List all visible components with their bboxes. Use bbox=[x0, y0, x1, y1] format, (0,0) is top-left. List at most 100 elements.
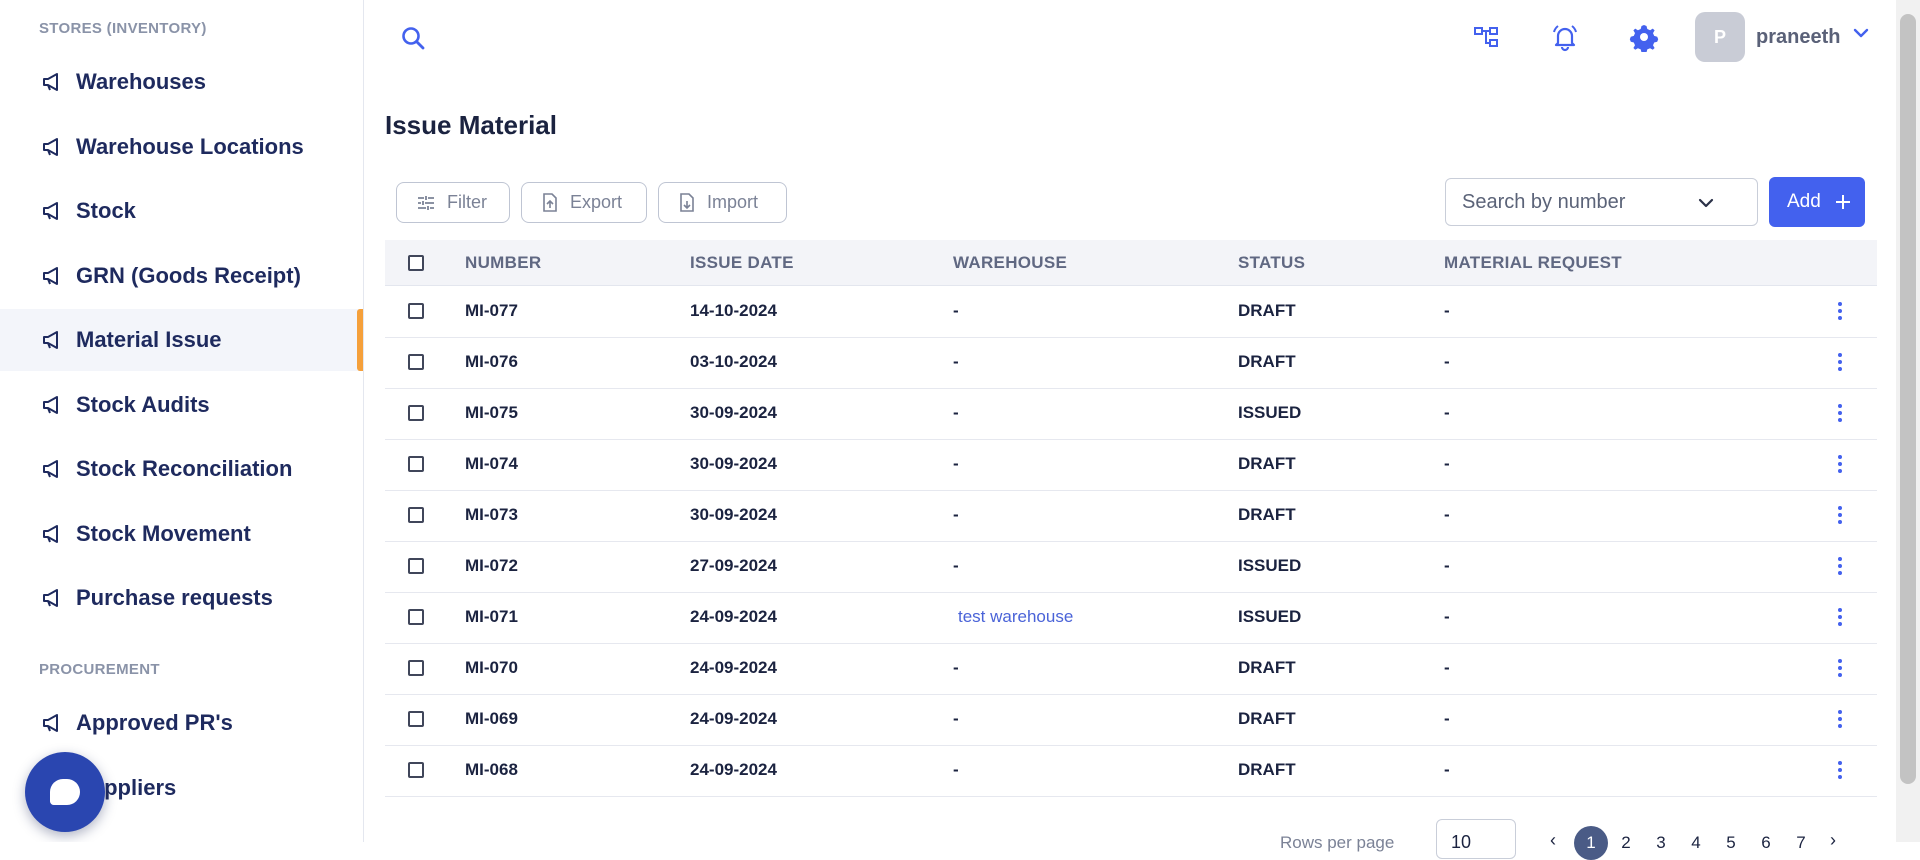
column-header-warehouse[interactable]: WAREHOUSE bbox=[953, 253, 1067, 273]
row-actions-kebab-icon[interactable] bbox=[1835, 708, 1845, 730]
row-actions-kebab-icon[interactable] bbox=[1835, 657, 1845, 679]
table-row[interactable]: MI-074 30-09-2024 - DRAFT - bbox=[385, 439, 1877, 491]
page-button[interactable]: 5 bbox=[1714, 826, 1748, 860]
chat-launcher-button[interactable] bbox=[25, 752, 105, 832]
cell-number[interactable]: MI-076 bbox=[465, 352, 518, 372]
page-button[interactable]: 3 bbox=[1644, 826, 1678, 860]
column-header-material-request[interactable]: MATERIAL REQUEST bbox=[1444, 253, 1622, 273]
sidebar-item-stock-movement[interactable]: Stock Movement bbox=[0, 503, 363, 565]
select-all-checkbox[interactable] bbox=[408, 255, 424, 271]
org-chart-icon[interactable] bbox=[1472, 22, 1502, 52]
avatar[interactable]: P bbox=[1695, 12, 1745, 62]
cell-number[interactable]: MI-077 bbox=[465, 301, 518, 321]
gear-icon[interactable] bbox=[1629, 22, 1659, 52]
page-button[interactable]: 6 bbox=[1749, 826, 1783, 860]
cell-issue-date: 24-09-2024 bbox=[690, 658, 777, 677]
cell-number[interactable]: MI-073 bbox=[465, 505, 518, 525]
search-by-number-select[interactable]: Search by number bbox=[1445, 178, 1758, 226]
column-header-number[interactable]: NUMBER bbox=[465, 253, 541, 273]
row-actions-kebab-icon[interactable] bbox=[1835, 300, 1845, 322]
chevron-down-icon bbox=[1698, 198, 1714, 208]
page-button[interactable]: 1 bbox=[1574, 826, 1608, 860]
table-row[interactable]: MI-077 14-10-2024 - DRAFT - bbox=[385, 286, 1877, 338]
row-actions-kebab-icon[interactable] bbox=[1835, 555, 1845, 577]
sidebar-item-stock[interactable]: Stock bbox=[0, 180, 363, 242]
username[interactable]: praneeth bbox=[1756, 26, 1840, 49]
sidebar-item-warehouse-locations[interactable]: Warehouse Locations bbox=[0, 116, 363, 178]
sidebar-item-material-issue[interactable]: Material Issue bbox=[0, 309, 363, 371]
import-button[interactable]: Import bbox=[658, 182, 787, 223]
table-row[interactable]: MI-076 03-10-2024 - DRAFT - bbox=[385, 337, 1877, 389]
sidebar-item-label: Warehouses bbox=[76, 69, 207, 94]
cell-material-request: - bbox=[1444, 760, 1450, 779]
rows-per-page-select[interactable]: 10 bbox=[1436, 819, 1516, 859]
row-checkbox[interactable] bbox=[408, 405, 424, 421]
column-header-issue-date[interactable]: ISSUE DATE bbox=[690, 253, 794, 273]
cell-number[interactable]: MI-068 bbox=[465, 760, 518, 780]
row-actions-kebab-icon[interactable] bbox=[1835, 402, 1845, 424]
cell-issue-date: 24-09-2024 bbox=[690, 760, 777, 779]
row-actions-kebab-icon[interactable] bbox=[1835, 504, 1845, 526]
bell-icon[interactable] bbox=[1550, 22, 1580, 52]
column-header-status[interactable]: STATUS bbox=[1238, 253, 1305, 273]
page-button[interactable]: 7 bbox=[1784, 826, 1818, 860]
cell-status: ISSUED bbox=[1238, 556, 1302, 575]
row-checkbox[interactable] bbox=[408, 762, 424, 778]
sidebar-item-purchase-requests[interactable]: Purchase requests bbox=[0, 567, 363, 629]
sidebar-item-label: Stock Reconciliation bbox=[76, 456, 293, 481]
row-actions-kebab-icon[interactable] bbox=[1835, 759, 1845, 781]
next-page-button[interactable]: › bbox=[1830, 830, 1836, 851]
table-row[interactable]: MI-071 24-09-2024 test warehouse ISSUED … bbox=[385, 592, 1877, 644]
filter-button[interactable]: Filter bbox=[396, 182, 510, 223]
table-row[interactable]: MI-068 24-09-2024 - DRAFT - bbox=[385, 745, 1877, 797]
table-row[interactable]: MI-072 27-09-2024 - ISSUED - bbox=[385, 541, 1877, 593]
sidebar-item-grn[interactable]: GRN (Goods Receipt) bbox=[0, 245, 363, 307]
table-row[interactable]: MI-070 24-09-2024 - DRAFT - bbox=[385, 643, 1877, 695]
page-button[interactable]: 4 bbox=[1679, 826, 1713, 860]
row-checkbox[interactable] bbox=[408, 558, 424, 574]
row-actions-kebab-icon[interactable] bbox=[1835, 351, 1845, 373]
cell-status: ISSUED bbox=[1238, 403, 1302, 422]
row-checkbox[interactable] bbox=[408, 660, 424, 676]
chevron-down-icon[interactable] bbox=[1852, 24, 1870, 42]
cell-number[interactable]: MI-074 bbox=[465, 454, 518, 474]
row-checkbox[interactable] bbox=[408, 507, 424, 523]
row-actions-kebab-icon[interactable] bbox=[1835, 606, 1845, 628]
cell-number[interactable]: MI-070 bbox=[465, 658, 518, 678]
cell-status: DRAFT bbox=[1238, 352, 1296, 371]
sidebar-item-approved-prs[interactable]: Approved PR's bbox=[0, 692, 363, 754]
sidebar-item-warehouses[interactable]: Warehouses bbox=[0, 51, 363, 113]
row-checkbox[interactable] bbox=[408, 609, 424, 625]
cell-material-request: - bbox=[1444, 352, 1450, 371]
megaphone-icon bbox=[43, 460, 58, 478]
search-icon[interactable] bbox=[400, 25, 426, 51]
sidebar-item-label: Material Issue bbox=[76, 327, 222, 352]
row-checkbox[interactable] bbox=[408, 354, 424, 370]
row-checkbox[interactable] bbox=[408, 303, 424, 319]
sidebar-item-label: Purchase requests bbox=[76, 585, 273, 610]
cell-warehouse-link[interactable]: test warehouse bbox=[958, 607, 1073, 627]
sidebar-item-stock-reconciliation[interactable]: Stock Reconciliation bbox=[0, 438, 363, 500]
cell-number[interactable]: MI-071 bbox=[465, 607, 518, 627]
add-button[interactable]: Add bbox=[1769, 177, 1865, 227]
cell-material-request: - bbox=[1444, 301, 1450, 320]
table-row[interactable]: MI-073 30-09-2024 - DRAFT - bbox=[385, 490, 1877, 542]
cell-number[interactable]: MI-075 bbox=[465, 403, 518, 423]
cell-number[interactable]: MI-069 bbox=[465, 709, 518, 729]
page-button[interactable]: 2 bbox=[1609, 826, 1643, 860]
prev-page-button[interactable]: ‹ bbox=[1550, 830, 1556, 851]
export-button[interactable]: Export bbox=[521, 182, 647, 223]
row-checkbox[interactable] bbox=[408, 456, 424, 472]
sidebar-item-stock-audits[interactable]: Stock Audits bbox=[0, 374, 363, 436]
cell-status: DRAFT bbox=[1238, 658, 1296, 677]
scrollbar-thumb[interactable] bbox=[1900, 14, 1916, 784]
table-row[interactable]: MI-075 30-09-2024 - ISSUED - bbox=[385, 388, 1877, 440]
table-row[interactable]: MI-069 24-09-2024 - DRAFT - bbox=[385, 694, 1877, 746]
file-export-icon bbox=[543, 193, 557, 212]
megaphone-icon bbox=[43, 714, 58, 732]
cell-material-request: - bbox=[1444, 607, 1450, 626]
cell-issue-date: 03-10-2024 bbox=[690, 352, 777, 371]
cell-number[interactable]: MI-072 bbox=[465, 556, 518, 576]
row-actions-kebab-icon[interactable] bbox=[1835, 453, 1845, 475]
row-checkbox[interactable] bbox=[408, 711, 424, 727]
